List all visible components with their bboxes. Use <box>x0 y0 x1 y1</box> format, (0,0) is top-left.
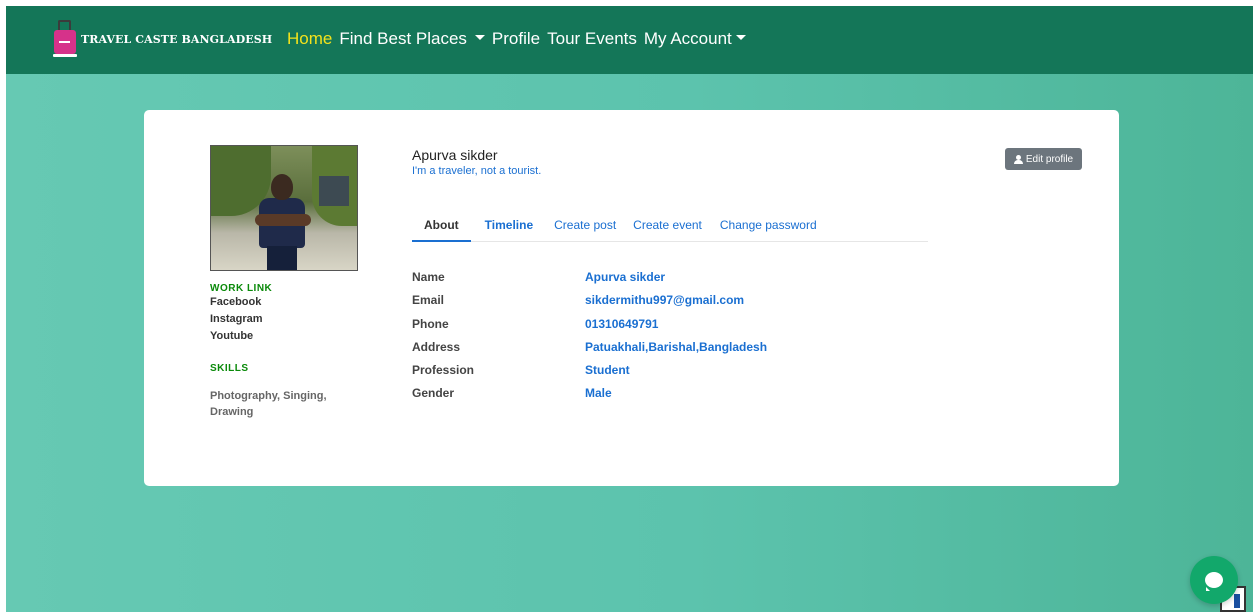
tab-change-password[interactable]: Change password <box>720 214 817 242</box>
youtube-link[interactable]: Youtube <box>210 328 360 345</box>
nav-menu: Home Find Best Places Profile Tour Event… <box>287 29 753 49</box>
detail-label: Profession <box>412 363 475 378</box>
brand-logo[interactable]: TRAVEL CASTE BANGLADESH <box>53 20 272 58</box>
detail-row-address: Address Patuakhali,Barishal,Bangladesh <box>412 340 767 363</box>
detail-row-name: Name Apurva sikder <box>412 270 767 293</box>
nav-my-account[interactable]: My Account <box>644 29 746 49</box>
suitcase-icon <box>53 20 77 58</box>
nav-find-best-places-label: Find Best Places <box>339 29 467 48</box>
detail-label: Email <box>412 293 445 308</box>
nav-find-best-places[interactable]: Find Best Places <box>339 29 485 49</box>
edit-profile-button[interactable]: Edit profile <box>1005 148 1082 170</box>
detail-label: Gender <box>412 386 455 401</box>
skills-list: Photography, Singing, Drawing <box>210 390 327 418</box>
tab-create-event[interactable]: Create event <box>633 214 702 242</box>
profile-name: Apurva sikder <box>412 147 498 163</box>
nav-my-account-label: My Account <box>643 29 732 48</box>
navbar: TRAVEL CASTE BANGLADESH Home Find Best P… <box>6 6 1253 74</box>
detail-value: Patuakhali,Barishal,Bangladesh <box>585 339 768 354</box>
brand-name: TRAVEL CASTE BANGLADESH <box>81 32 273 46</box>
nav-home[interactable]: Home <box>287 29 332 49</box>
instagram-link[interactable]: Instagram <box>210 311 360 328</box>
profile-card: WORK LINK Facebook Instagram Youtube SKI… <box>144 110 1119 486</box>
work-link-heading: WORK LINK <box>210 283 273 294</box>
tab-create-post[interactable]: Create post <box>554 214 616 242</box>
tab-about[interactable]: About <box>412 214 471 242</box>
detail-label: Name <box>412 270 445 284</box>
detail-value: Apurva sikder <box>585 270 666 284</box>
sidebar-info: WORK LINK Facebook Instagram Youtube SKI… <box>210 283 360 420</box>
caret-down-icon <box>474 35 485 41</box>
nav-profile[interactable]: Profile <box>492 29 540 49</box>
nav-tour-events[interactable]: Tour Events <box>547 29 637 49</box>
profile-tabs: About Timeline Create post Create event … <box>412 214 928 242</box>
detail-row-profession: Profession Student <box>412 363 767 386</box>
facebook-link[interactable]: Facebook <box>210 294 360 311</box>
profile-photo <box>210 145 358 271</box>
user-icon <box>1013 154 1023 164</box>
chat-bubble-icon <box>1205 572 1223 591</box>
about-details: Name Apurva sikder Email sikdermithu997@… <box>412 270 767 410</box>
detail-value: 01310649791 <box>585 316 659 331</box>
detail-row-gender: Gender Male <box>412 386 767 409</box>
detail-label: Address <box>412 339 461 354</box>
chat-button[interactable] <box>1190 556 1238 604</box>
tab-timeline[interactable]: Timeline <box>485 214 533 242</box>
edit-profile-label: Edit profile <box>1025 153 1074 165</box>
detail-row-email: Email sikdermithu997@gmail.com <box>412 293 767 316</box>
detail-label: Phone <box>412 316 449 331</box>
detail-value: sikdermithu997@gmail.com <box>585 293 745 308</box>
detail-row-phone: Phone 01310649791 <box>412 317 767 340</box>
caret-down-icon <box>735 35 746 41</box>
profile-tagline: I'm a traveler, not a tourist. <box>412 165 542 177</box>
page-background: TRAVEL CASTE BANGLADESH Home Find Best P… <box>6 6 1253 612</box>
detail-value: Student <box>585 363 630 378</box>
skills-heading: SKILLS <box>210 363 249 374</box>
detail-value: Male <box>585 386 612 401</box>
